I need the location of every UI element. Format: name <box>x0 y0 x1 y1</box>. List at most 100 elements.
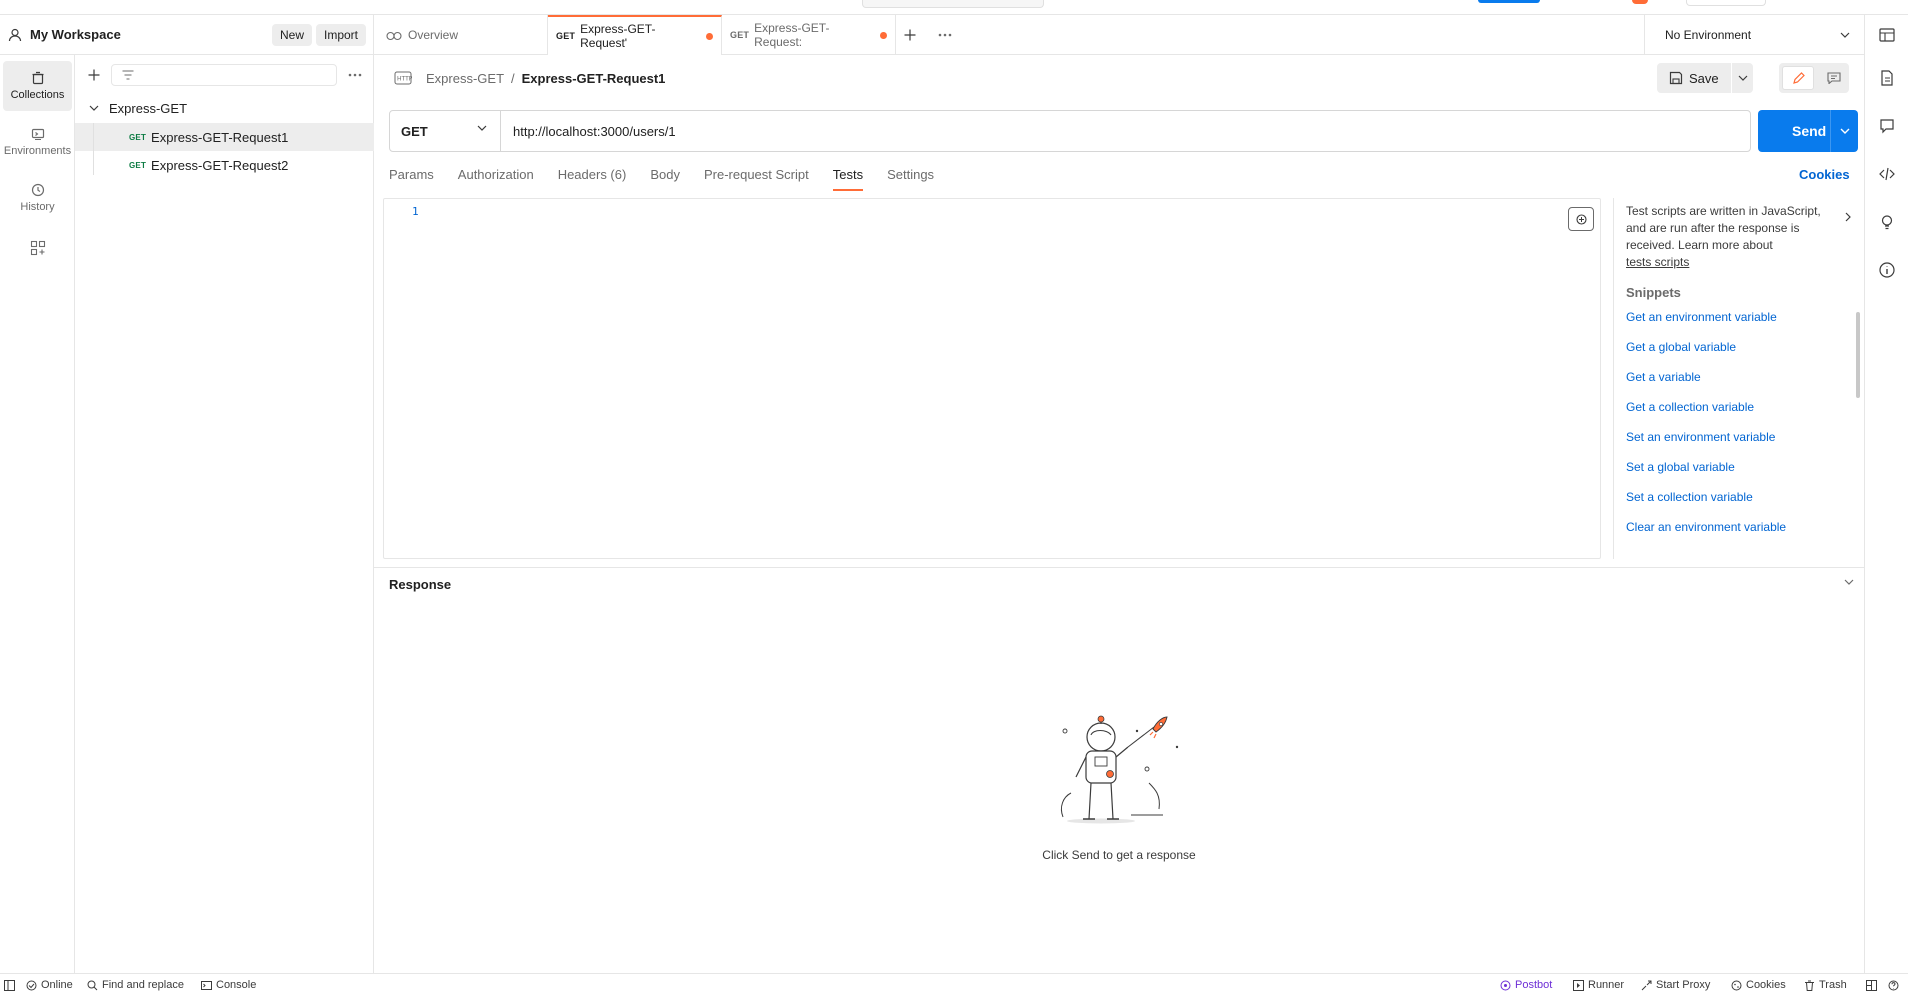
snippet-item[interactable]: Set a global variable <box>1626 452 1858 482</box>
breadcrumb-current[interactable]: Express-GET-Request1 <box>522 71 666 86</box>
toggle-sidebar-icon[interactable] <box>4 980 15 991</box>
filter-icon <box>122 70 134 80</box>
rail-environments[interactable]: Environments <box>3 117 72 167</box>
tab-authorization[interactable]: Authorization <box>458 165 534 191</box>
status-console[interactable]: Console <box>201 979 256 991</box>
status-cookies[interactable]: Cookies <box>1731 979 1786 991</box>
breadcrumb-parent[interactable]: Express-GET <box>426 71 504 86</box>
info-icon[interactable] <box>1878 261 1896 279</box>
editor-scroll-gutter <box>1602 198 1614 559</box>
save-button[interactable]: Save <box>1657 63 1753 93</box>
rail-history[interactable]: History <box>3 173 72 223</box>
save-icon <box>1669 71 1683 85</box>
snippet-item[interactable]: Get an environment variable <box>1626 302 1858 332</box>
save-options-button[interactable] <box>1731 63 1753 93</box>
snippet-item[interactable]: Get a variable <box>1626 362 1858 392</box>
tab-request-2[interactable]: GET Express-GET-Request: <box>722 15 896 55</box>
lightbulb-icon[interactable] <box>1878 213 1896 231</box>
code-icon[interactable] <box>1878 165 1896 183</box>
comment-mode-icon[interactable] <box>1827 72 1841 84</box>
workspace-name[interactable]: My Workspace <box>30 27 121 42</box>
response-title[interactable]: Response <box>389 577 451 592</box>
tab-overview[interactable]: Overview <box>374 15 548 55</box>
avatar[interactable] <box>1632 0 1648 4</box>
send-button[interactable]: Send <box>1758 110 1858 152</box>
snippet-item[interactable]: Get a collection variable <box>1626 392 1858 422</box>
status-bar: Online Find and replace Console Postbot … <box>0 973 1908 997</box>
tab-overflow-icon[interactable] <box>938 33 952 37</box>
response-hint: Click Send to get a response <box>1042 848 1196 862</box>
tests-scripts-link[interactable]: tests scripts <box>1626 254 1858 271</box>
snippets-scrollbar[interactable] <box>1856 312 1860 398</box>
tab-tests[interactable]: Tests <box>832 165 864 191</box>
cookies-link[interactable]: Cookies <box>1799 167 1850 182</box>
method-select[interactable]: GET <box>390 111 501 151</box>
url-bar: GET <box>389 110 1751 152</box>
status-online[interactable]: Online <box>26 979 73 991</box>
chevron-right-icon[interactable] <box>1845 212 1851 222</box>
tab-params[interactable]: Params <box>389 165 434 191</box>
cookie-icon <box>1731 980 1742 990</box>
snippet-item[interactable]: Clear an environment variable <box>1626 512 1858 542</box>
sidebar-search-input[interactable] <box>111 64 337 86</box>
tree-request-2[interactable]: GET Express-GET-Request2 <box>75 151 374 179</box>
new-tab-plus-icon[interactable] <box>903 28 917 42</box>
astronaut-illustration <box>1060 715 1179 824</box>
status-start-proxy[interactable]: Start Proxy <box>1641 979 1710 991</box>
tab-body[interactable]: Body <box>650 165 680 191</box>
tab-settings[interactable]: Settings <box>887 165 934 191</box>
status-postbot[interactable]: Postbot <box>1500 979 1552 991</box>
top-menu-stub[interactable] <box>1686 0 1766 6</box>
right-rail <box>1864 15 1908 973</box>
rail-collections[interactable]: Collections <box>3 61 72 111</box>
snippet-item[interactable]: Get a global variable <box>1626 332 1858 362</box>
snippet-item[interactable]: Set an environment variable <box>1626 422 1858 452</box>
snippet-item[interactable]: Set a collection variable <box>1626 482 1858 512</box>
history-icon <box>31 183 44 197</box>
unsaved-dot <box>880 31 887 39</box>
http-icon: HTTP <box>394 71 412 85</box>
breadcrumb-separator: / <box>511 70 515 86</box>
status-trash-label: Trash <box>1819 979 1847 991</box>
status-runner[interactable]: Runner <box>1573 979 1624 991</box>
documentation-icon[interactable] <box>1878 69 1896 87</box>
comments-icon[interactable] <box>1878 117 1896 135</box>
help-icon[interactable] <box>1888 980 1899 991</box>
method-badge: GET <box>129 132 147 142</box>
more-options-icon[interactable] <box>348 73 362 77</box>
status-proxy-label: Start Proxy <box>1656 979 1711 991</box>
tab-method: GET <box>556 31 576 41</box>
status-trash[interactable]: Trash <box>1804 979 1847 991</box>
send-options-button[interactable] <box>1830 110 1858 152</box>
snippets-description-block: Test scripts are written in JavaScript, … <box>1626 198 1858 271</box>
new-button[interactable]: New <box>272 24 313 46</box>
trash-can-collections-icon <box>32 71 43 85</box>
layout-icon[interactable] <box>1866 980 1877 991</box>
snippets-panel: Test scripts are written in JavaScript, … <box>1626 198 1858 559</box>
tab-request-1[interactable]: GET Express-GET-Request' <box>548 15 722 55</box>
tab-headers[interactable]: Headers (6) <box>558 165 627 191</box>
collection-express-get[interactable]: Express-GET <box>75 94 374 122</box>
tests-editor[interactable]: 1 <box>383 198 1601 559</box>
postbot-icon <box>1500 980 1511 990</box>
chevron-down-icon <box>1840 32 1850 38</box>
view-mode-toggle <box>1779 63 1849 93</box>
proxy-icon <box>1641 980 1652 990</box>
global-search[interactable] <box>862 0 1044 8</box>
rail-configure[interactable] <box>3 233 72 267</box>
plus-icon[interactable] <box>87 68 101 82</box>
upgrade-button[interactable] <box>1478 0 1540 3</box>
chevron-down-icon[interactable] <box>89 105 99 111</box>
beautify-button[interactable] <box>1568 207 1594 231</box>
request-name: Express-GET-Request2 <box>151 157 289 173</box>
tree-request-1[interactable]: GET Express-GET-Request1 <box>75 123 374 151</box>
environment-selector[interactable]: No Environment <box>1644 15 1864 55</box>
tab-pre-request-script[interactable]: Pre-request Script <box>704 165 809 191</box>
environment-quick-look-icon[interactable] <box>1878 26 1896 44</box>
import-button[interactable]: Import <box>316 24 367 46</box>
status-find-replace[interactable]: Find and replace <box>87 979 184 991</box>
edit-mode-button[interactable] <box>1782 66 1814 90</box>
url-input[interactable] <box>501 111 1750 151</box>
chevron-down-icon[interactable] <box>1844 579 1854 585</box>
tab-bar: Overview GET Express-GET-Request' GET Ex… <box>374 15 1644 55</box>
